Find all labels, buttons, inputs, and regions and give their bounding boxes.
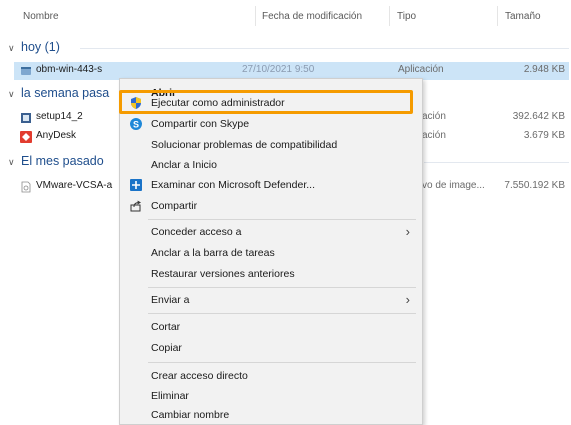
defender-icon	[130, 179, 142, 191]
menu-item-restore-versions[interactable]: Restaurar versiones anteriores	[120, 264, 422, 284]
file-size: 7.550.192 KB	[504, 180, 565, 191]
group-last-week[interactable]: ∨ la semana pasa	[8, 86, 109, 100]
file-type: vo de image...	[422, 180, 485, 191]
installer-icon	[21, 113, 31, 123]
context-menu: Abrir Ejecutar como administrador S Comp…	[119, 78, 423, 425]
menu-item-send-to[interactable]: Enviar a ›	[120, 290, 422, 310]
menu-item-label: Restaurar versiones anteriores	[151, 268, 295, 280]
chevron-down-icon: ∨	[8, 43, 15, 53]
file-name: setup14_2	[36, 111, 83, 122]
menu-item-label: Anclar a la barra de tareas	[151, 247, 275, 259]
menu-item-pin-taskbar[interactable]: Anclar a la barra de tareas	[120, 243, 422, 263]
disk-image-icon	[21, 181, 31, 193]
column-divider[interactable]	[389, 6, 390, 26]
chevron-right-icon: ›	[405, 292, 410, 307]
menu-separator	[148, 219, 416, 220]
menu-item-cut[interactable]: Cortar	[120, 317, 422, 337]
menu-item-copy[interactable]: Copiar	[120, 338, 422, 358]
group-today[interactable]: ∨ hoy (1)	[8, 40, 60, 54]
menu-item-rename[interactable]: Cambiar nombre	[120, 405, 422, 425]
group-divider	[424, 162, 569, 163]
file-name: AnyDesk	[36, 130, 77, 141]
column-divider[interactable]	[497, 6, 498, 26]
file-size: 3.679 KB	[523, 130, 565, 141]
menu-item-label: Compartir	[151, 200, 198, 212]
column-divider[interactable]	[255, 6, 256, 26]
menu-item-create-shortcut[interactable]: Crear acceso directo	[120, 366, 422, 386]
menu-item-label: Conceder acceso a	[151, 226, 242, 238]
menu-item-defender[interactable]: Examinar con Microsoft Defender...	[120, 175, 422, 195]
menu-item-label: Examinar con Microsoft Defender...	[151, 179, 315, 191]
highlight-annotation	[119, 90, 413, 114]
application-icon	[21, 67, 31, 75]
menu-item-label: Eliminar	[151, 390, 189, 402]
menu-item-share-skype[interactable]: S Compartir con Skype	[120, 114, 422, 134]
menu-separator	[148, 287, 416, 288]
menu-separator	[148, 313, 416, 314]
group-divider	[80, 48, 569, 49]
skype-icon: S	[130, 118, 142, 130]
chevron-down-icon: ∨	[8, 89, 15, 99]
group-last-month-label: El mes pasado	[21, 154, 104, 168]
menu-item-label: Cambiar nombre	[151, 409, 230, 421]
menu-item-delete[interactable]: Eliminar	[120, 386, 422, 406]
file-size: 392.642 KB	[512, 111, 565, 122]
file-name: VMware-VCSA-a	[36, 180, 113, 191]
menu-item-label: Anclar a Inicio	[151, 159, 217, 171]
menu-item-label: Copiar	[151, 342, 182, 354]
share-icon	[130, 200, 141, 212]
menu-item-share[interactable]: Compartir	[120, 196, 422, 216]
menu-item-label: Cortar	[151, 321, 181, 333]
menu-item-label: Crear acceso directo	[151, 370, 248, 382]
column-header-type[interactable]: Tipo	[397, 11, 416, 22]
svg-text:S: S	[133, 120, 139, 130]
file-type: Aplicación	[398, 64, 444, 75]
menu-item-label: Enviar a	[151, 294, 190, 306]
file-date: 27/10/2021 9:50	[242, 64, 315, 75]
column-header-size[interactable]: Tamaño	[505, 11, 541, 22]
file-type: ación	[422, 111, 446, 122]
group-last-week-label: la semana pasa	[21, 86, 110, 100]
menu-item-troubleshoot[interactable]: Solucionar problemas de compatibilidad	[120, 135, 422, 155]
menu-item-grant-access[interactable]: Conceder acceso a ›	[120, 222, 422, 242]
menu-separator	[148, 362, 416, 363]
menu-item-pin-start[interactable]: Anclar a Inicio	[120, 155, 422, 175]
file-size: 2.948 KB	[523, 64, 565, 75]
column-header-name[interactable]: Nombre	[23, 11, 59, 22]
group-last-month[interactable]: ∨ El mes pasado	[8, 154, 104, 168]
column-header-modified[interactable]: Fecha de modificación	[262, 11, 362, 22]
menu-item-label: Compartir con Skype	[151, 118, 250, 130]
group-today-label: hoy (1)	[21, 40, 60, 54]
chevron-down-icon: ∨	[8, 157, 15, 167]
file-type: ación	[422, 130, 446, 141]
anydesk-icon	[20, 131, 32, 143]
menu-item-label: Solucionar problemas de compatibilidad	[151, 139, 338, 151]
file-name: obm-win-443-s	[36, 64, 103, 75]
chevron-right-icon: ›	[405, 224, 410, 239]
